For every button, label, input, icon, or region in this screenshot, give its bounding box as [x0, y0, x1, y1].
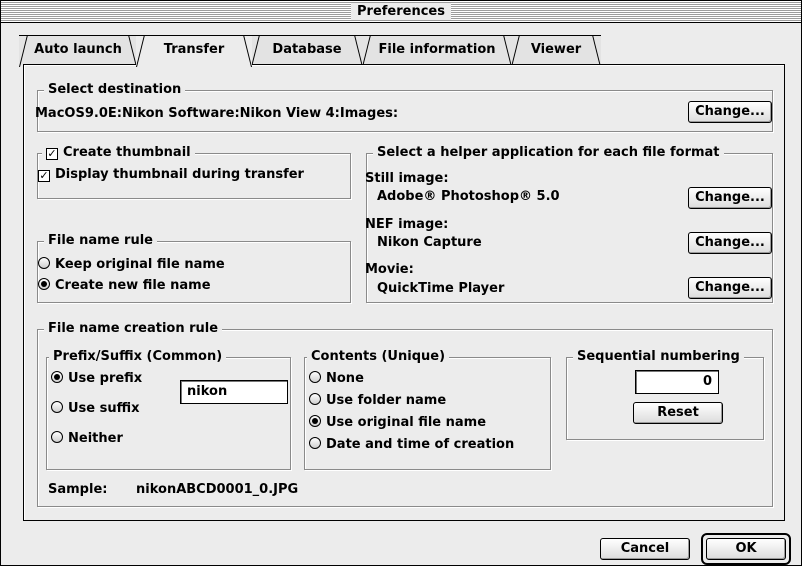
radio-icon [38, 278, 50, 290]
use-folder-name-radio[interactable]: Use folder name [309, 392, 446, 410]
tab-label: Transfer [163, 42, 225, 57]
title-bar[interactable]: Preferences [1, 1, 801, 23]
sequential-numbering-legend: Sequential numbering [573, 348, 744, 366]
keep-original-label: Keep original file name [55, 257, 225, 272]
radio-icon [309, 393, 321, 405]
file-name-creation-rule-legend: File name creation rule [44, 320, 223, 338]
date-and-time-radio[interactable]: Date and time of creation [309, 436, 514, 454]
contents-group: Contents (Unique) None Use folder name U… [304, 348, 551, 470]
display-thumbnail-checkbox[interactable]: ✓ Display thumbnail during transfer [38, 166, 304, 184]
prefix-suffix-legend: Prefix/Suffix (Common) [49, 348, 227, 366]
sequential-numbering-group: Sequential numbering 0 Reset [566, 348, 764, 440]
sample-value: nikonABCD0001_0.JPG [136, 482, 299, 497]
radio-icon [309, 371, 321, 383]
destination-change-button[interactable]: Change... [688, 101, 772, 123]
tab-label: File information [378, 42, 496, 57]
still-image-change-button[interactable]: Change... [688, 187, 772, 209]
tab-database[interactable]: Database [251, 35, 363, 67]
nef-image-change-button[interactable]: Change... [688, 232, 772, 254]
still-image-app: Adobe® Photoshop® 5.0 [377, 189, 560, 204]
file-name-rule-legend: File name rule [44, 232, 157, 250]
transfer-panel: Select destination MacOS9.0E:Nikon Softw… [23, 64, 785, 521]
checkbox-icon: ✓ [46, 147, 58, 160]
use-original-file-name-radio[interactable]: Use original file name [309, 414, 486, 432]
ok-button[interactable]: OK [706, 538, 786, 560]
display-thumbnail-label: Display thumbnail during transfer [55, 167, 304, 182]
helper-applications-group: Select a helper application for each fil… [365, 144, 773, 303]
create-thumbnail-label: Create thumbnail [63, 145, 191, 160]
tab-auto-launch[interactable]: Auto launch [19, 35, 137, 67]
destination-path: MacOS9.0E:Nikon Software:Nikon View 4:Im… [35, 106, 399, 121]
tab-transfer[interactable]: Transfer [136, 35, 252, 67]
use-folder-name-label: Use folder name [326, 393, 447, 408]
create-thumbnail-checkbox[interactable]: ✓ Create thumbnail [42, 144, 195, 162]
radio-icon [38, 257, 50, 269]
radio-icon [309, 437, 321, 449]
tab-label: Database [272, 42, 342, 57]
create-new-radio[interactable]: Create new file name [38, 277, 211, 295]
use-prefix-label: Use prefix [68, 371, 143, 386]
tab-label: Viewer [530, 42, 582, 57]
radio-icon [51, 371, 63, 383]
sample-label: Sample: [48, 482, 108, 497]
window-title: Preferences [351, 3, 451, 20]
use-original-file-name-label: Use original file name [326, 415, 487, 430]
reset-button[interactable]: Reset [633, 402, 723, 424]
create-new-label: Create new file name [55, 278, 211, 293]
contents-legend: Contents (Unique) [307, 348, 450, 366]
movie-label: Movie: [365, 262, 414, 277]
movie-change-button[interactable]: Change... [688, 277, 772, 299]
select-destination-legend: Select destination [44, 81, 186, 99]
cancel-button[interactable]: Cancel [600, 538, 690, 560]
tab-viewer[interactable]: Viewer [511, 35, 601, 67]
tab-file-information[interactable]: File information [362, 35, 512, 67]
select-destination-group: Select destination MacOS9.0E:Nikon Softw… [35, 81, 773, 132]
prefix-input[interactable]: nikon [180, 380, 288, 404]
movie-app: QuickTime Player [377, 281, 505, 296]
neither-radio[interactable]: Neither [51, 430, 123, 448]
nef-image-label: NEF image: [365, 217, 449, 232]
preferences-window: Preferences Auto launch Transfer Databas… [0, 0, 802, 566]
date-and-time-label: Date and time of creation [326, 437, 515, 452]
none-radio[interactable]: None [309, 370, 364, 388]
file-name-creation-rule-group: File name creation rule Prefix/Suffix (C… [37, 320, 773, 507]
prefix-suffix-group: Prefix/Suffix (Common) Use prefix Use su… [46, 348, 291, 470]
keep-original-radio[interactable]: Keep original file name [38, 256, 225, 274]
radio-icon [51, 431, 63, 443]
thumbnail-group: ✓ Create thumbnail ✓ Display thumbnail dur… [37, 144, 351, 199]
use-prefix-radio[interactable]: Use prefix [51, 370, 142, 388]
nef-image-app: Nikon Capture [377, 235, 482, 250]
helper-applications-legend: Select a helper application for each fil… [373, 144, 724, 162]
sequential-number-input[interactable]: 0 [635, 370, 719, 394]
radio-icon [309, 415, 321, 427]
file-name-rule-group: File name rule Keep original file name C… [37, 232, 351, 303]
use-suffix-radio[interactable]: Use suffix [51, 400, 140, 418]
use-suffix-label: Use suffix [68, 401, 140, 416]
radio-icon [51, 401, 63, 413]
none-label: None [326, 371, 364, 386]
still-image-label: Still image: [365, 171, 449, 186]
checkbox-icon: ✓ [38, 169, 50, 182]
tab-label: Auto launch [34, 42, 122, 57]
neither-label: Neither [68, 431, 123, 446]
